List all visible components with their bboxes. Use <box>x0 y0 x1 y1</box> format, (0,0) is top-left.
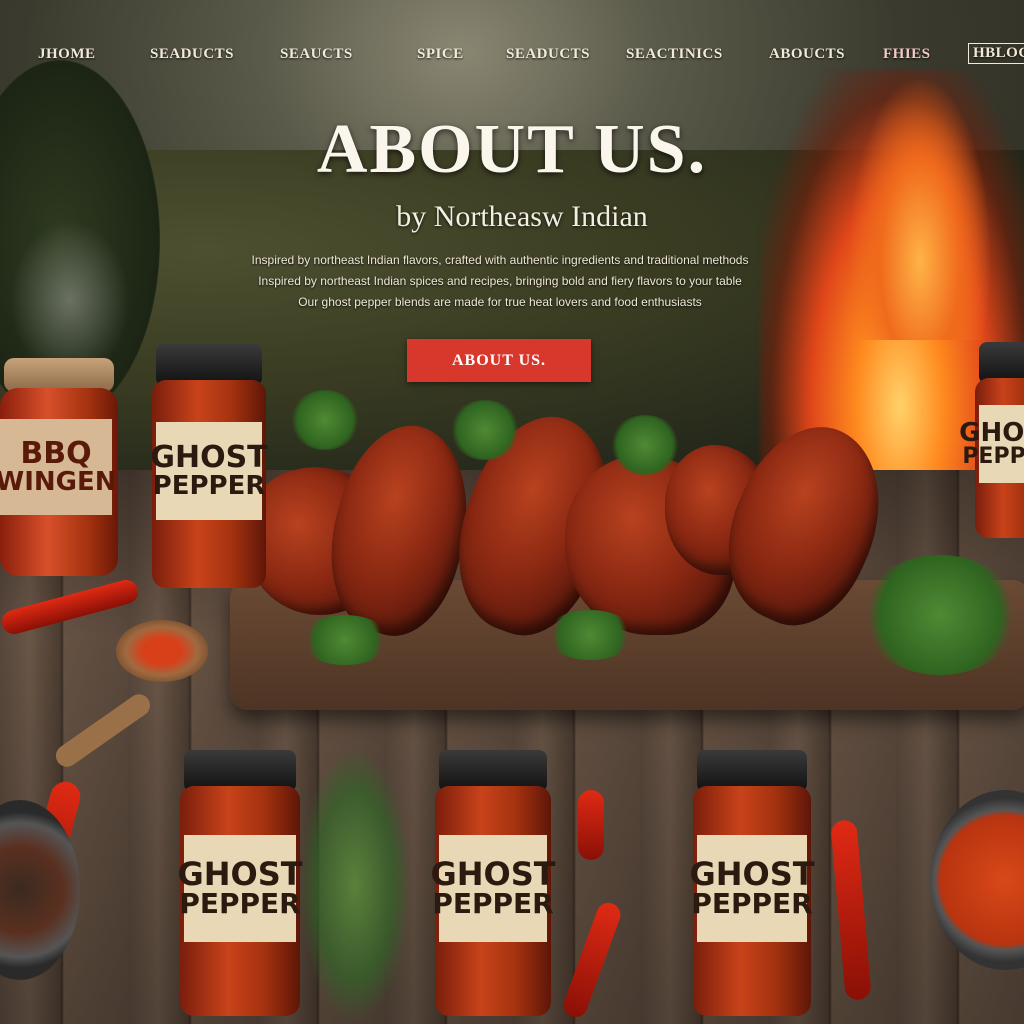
ghost-pepper-jar: GHOST PEPPER <box>177 750 303 1016</box>
top-navigation: JHOME SEADUCTS SEAUCTS SPICE SEADUCTS SE… <box>0 40 1024 76</box>
jar-label: GHOST PEPPER <box>689 835 815 942</box>
nav-item-blog[interactable]: HBLOGE <box>968 43 1024 64</box>
nav-item-about[interactable]: ABOUCTS <box>769 46 845 63</box>
smoke <box>10 220 130 380</box>
dill-sprig <box>300 750 410 1020</box>
ghost-pepper-jar: GHOST PEPPER <box>150 344 268 588</box>
nav-item-seasonings[interactable]: SEACTINICS <box>626 46 723 63</box>
page-subtitle: by Northeasw Indian <box>396 200 648 233</box>
jar-label: GHOST PEPPER <box>430 835 556 942</box>
ghost-pepper-jar: GHOST PEPPER <box>689 750 815 1016</box>
jar-label: GHOST PEPPER <box>150 422 268 520</box>
page-title: ABOUT US. <box>316 111 708 188</box>
description-line: Inspired by northeast Indian flavors, cr… <box>251 253 749 267</box>
spice-spoon <box>38 620 208 772</box>
parsley <box>290 390 360 450</box>
red-chili <box>578 790 604 860</box>
parsley <box>860 555 1020 675</box>
hero-description: Inspired by northeast Indian flavors, cr… <box>190 250 810 313</box>
parsley <box>545 610 635 660</box>
description-line: Our ghost pepper blends are made for tru… <box>298 295 702 309</box>
jar-label: GHOST PEPPER <box>177 835 303 942</box>
parsley <box>610 415 680 475</box>
about-us-button[interactable]: ABOUT US. <box>407 339 591 382</box>
jar-label: BBQ WINGEN <box>0 419 117 515</box>
jar-label: GHOST PEPPER <box>959 404 1024 484</box>
nav-item-spice[interactable]: SPICE <box>417 46 464 63</box>
ghost-pepper-jar: GHOST PEPPER <box>959 342 1024 538</box>
nav-item-products-3[interactable]: SEADUCTS <box>506 46 590 63</box>
nav-item-products-2[interactable]: SEAUCTS <box>280 46 353 63</box>
bbq-sauce-jar: BBQ WINGEN <box>0 358 118 576</box>
chicken-wings <box>223 397 911 653</box>
nav-item-home[interactable]: JHOME <box>38 46 96 63</box>
parsley <box>450 400 520 460</box>
parsley <box>300 615 390 665</box>
nav-item-fries[interactable]: FHIES <box>883 46 931 63</box>
description-line: Inspired by northeast Indian spices and … <box>258 274 742 288</box>
nav-item-products[interactable]: SEADUCTS <box>150 46 234 63</box>
ghost-pepper-jar: GHOST PEPPER <box>430 750 556 1016</box>
